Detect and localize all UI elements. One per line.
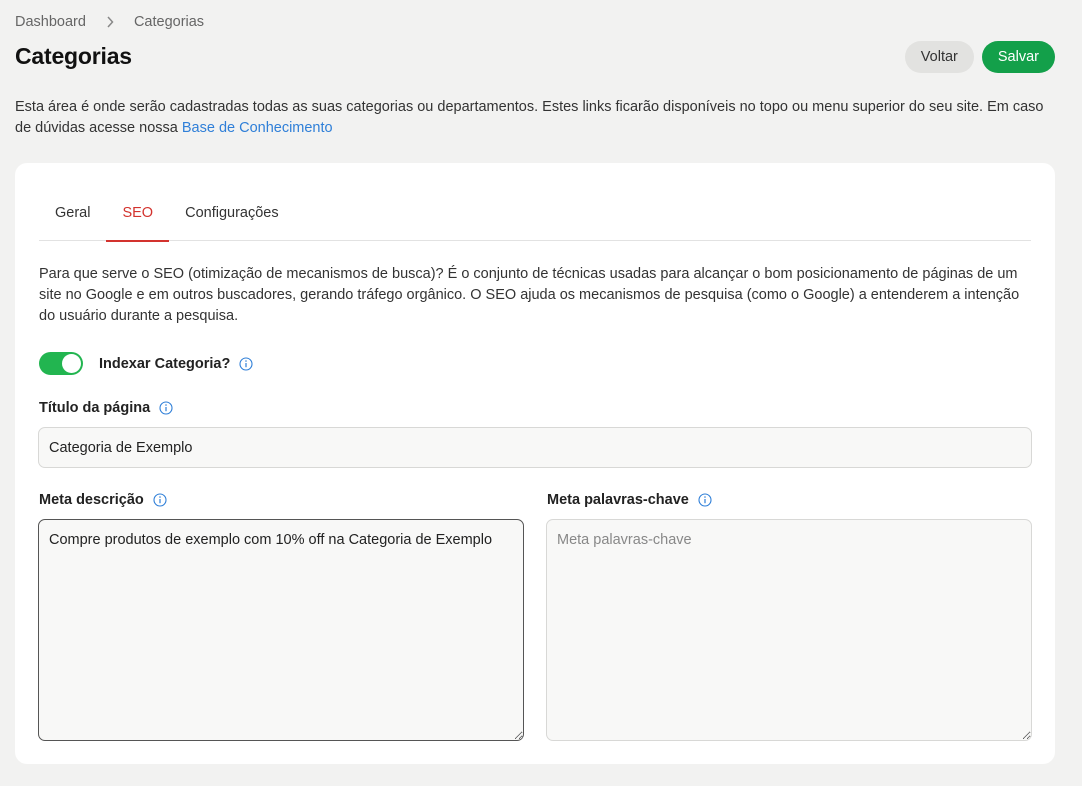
header-actions: Voltar Salvar (904, 41, 1055, 73)
info-icon[interactable] (239, 356, 253, 371)
intro-body: Esta área é onde serão cadastradas todas… (15, 99, 1044, 136)
meta-keywords-label: Meta palavras-chave (547, 492, 712, 508)
content-card: Geral SEO Configurações Para que serve o… (15, 163, 1055, 764)
knowledge-base-link[interactable]: Base de Conhecimento (182, 120, 333, 136)
page-title: Categorias (15, 43, 132, 69)
page-title-input[interactable] (38, 427, 1032, 468)
meta-keywords-label-text: Meta palavras-chave (547, 492, 689, 508)
save-button[interactable]: Salvar (981, 41, 1055, 73)
info-icon[interactable] (698, 493, 712, 507)
info-icon[interactable] (153, 493, 167, 507)
tab-bar: Geral SEO Configurações (39, 193, 1031, 242)
tab-seo[interactable]: SEO (106, 193, 169, 242)
intro-text: Esta área é onde serão cadastradas todas… (15, 97, 1055, 139)
meta-keywords-textarea[interactable] (546, 519, 1032, 741)
tab-configuracoes[interactable]: Configurações (169, 193, 295, 241)
meta-description-label-text: Meta descrição (39, 492, 144, 508)
info-icon[interactable] (159, 401, 173, 415)
breadcrumb-item-categorias: Categorias (133, 14, 205, 30)
index-category-toggle[interactable] (39, 352, 83, 375)
index-toggle-row: Indexar Categoria? (39, 352, 253, 375)
meta-description-label: Meta descrição (39, 492, 167, 508)
seo-description: Para que serve o SEO (otimização de meca… (39, 266, 1020, 324)
breadcrumb: Dashboard Categorias (15, 14, 204, 30)
breadcrumb-item-dashboard[interactable]: Dashboard (15, 14, 86, 30)
page-title-label: Título da página (39, 400, 173, 416)
meta-description-textarea[interactable]: Compre produtos de exemplo com 10% off n… (38, 519, 524, 741)
back-button[interactable]: Voltar (904, 41, 974, 73)
index-category-label: Indexar Categoria? (99, 355, 231, 372)
toggle-knob (62, 354, 81, 373)
tab-geral[interactable]: Geral (39, 193, 106, 241)
chevron-right-icon (106, 16, 114, 28)
page-title-label-text: Título da página (39, 400, 151, 416)
